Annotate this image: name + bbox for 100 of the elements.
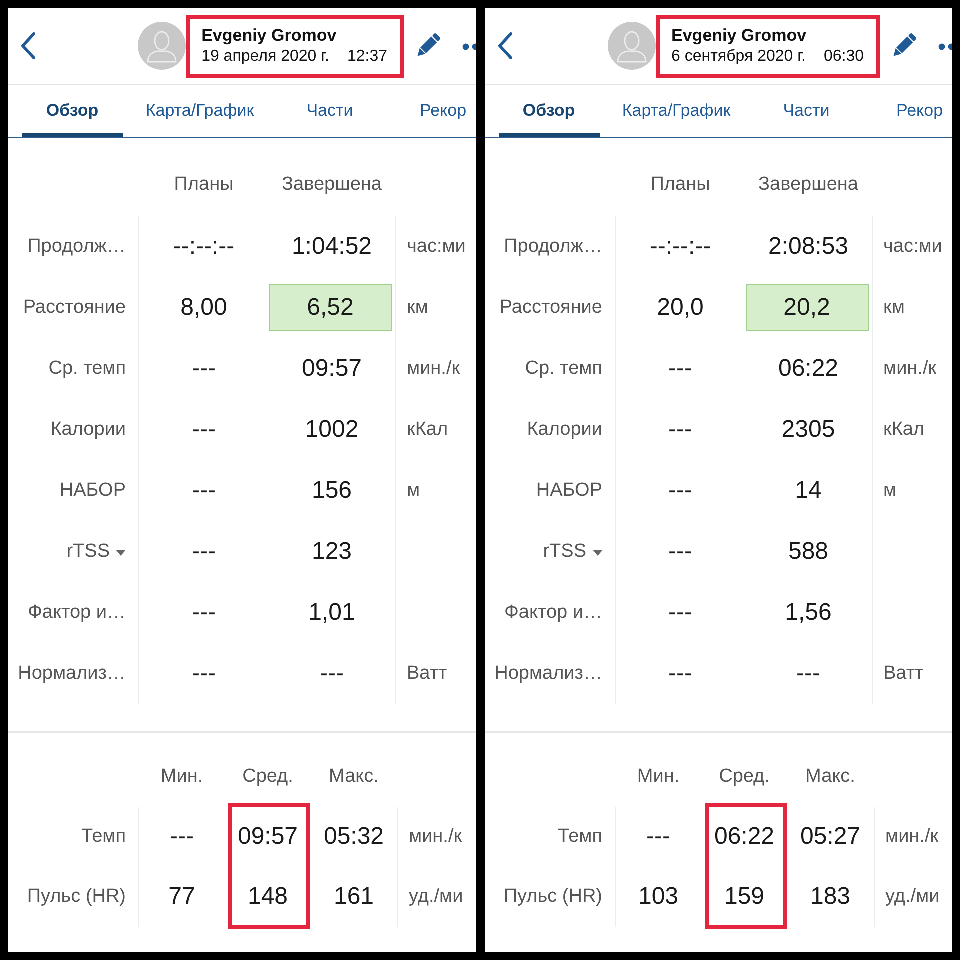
caret-icon[interactable] [116,550,126,556]
row-label: Пульс (HR) [27,886,126,908]
row-label: Темп [82,826,126,848]
stat-value: 09:57 [238,823,298,851]
tab[interactable]: Обзор [22,85,123,137]
planned-value: --- [192,416,216,444]
row-label: rTSS [543,540,586,562]
unit-label: час:ми [884,236,942,258]
planned-value: --- [668,598,692,626]
row-label: Калории [50,418,126,440]
avatar-icon [138,22,186,70]
user-name: Evgeniy Gromov [672,24,808,46]
back-icon[interactable] [496,32,512,60]
tab[interactable]: Части [754,85,860,137]
activity-time: 12:37 [347,48,388,64]
planned-value: --- [668,660,692,688]
planned-value: --- [668,354,692,382]
unit-label: уд./ми [409,886,464,908]
unit-label: км [884,296,905,318]
row-label: rTSS [66,540,110,562]
row-label: НАБОР [536,480,602,502]
planned-value: 20,0 [657,294,704,322]
stat-value: 103 [638,883,679,911]
planned-value: --- [192,354,216,382]
planned-value: --- [192,660,216,688]
completed-value: 588 [788,538,829,566]
completed-value: --- [320,660,344,688]
avatar-icon [608,22,656,70]
column-header: Сред. [719,766,770,788]
activity-time: 06:30 [824,48,864,64]
tab[interactable]: Части [277,85,383,137]
column-header: Мин. [160,766,204,788]
planned-value: 8,00 [180,294,228,322]
stat-value: 05:27 [800,823,861,851]
stat-value: 148 [248,883,288,911]
column-header: Макс. [329,766,379,788]
stat-value: 77 [168,883,196,911]
caret-icon[interactable] [592,550,602,556]
planned-value: --:--:-- [173,232,235,260]
stat-value: --- [170,823,194,851]
row-label: Продолж… [504,236,602,258]
row-label: Ср. темп [525,358,602,380]
tab[interactable]: Обзор [498,85,600,137]
column-header: Макс. [806,766,856,788]
completed-value: 6,52 [269,284,392,331]
completed-value: 2305 [782,416,836,444]
planned-value: --- [668,476,692,504]
column-header: Сред. [242,766,294,788]
planned-value: --- [668,416,692,444]
completed-value: --- [796,660,820,688]
activity-date: 19 апреля 2020 г. [202,48,330,64]
unit-label: кКал [884,418,925,440]
stat-value: 161 [334,883,374,911]
column-header: Завершена [282,174,382,196]
completed-value: 1,01 [308,598,356,626]
row-label: Нормализ… [18,662,126,684]
stat-value: 05:32 [324,823,384,851]
unit-label: мин./к [409,826,462,848]
row-label: Ср. темп [48,358,126,380]
back-icon[interactable] [20,32,36,60]
completed-value: 123 [312,538,352,566]
tab[interactable]: Рекор [896,85,944,137]
row-label: Продолж… [28,236,126,258]
planned-value: --- [192,598,216,626]
stat-value: 06:22 [714,823,775,851]
column-header: Мин. [637,766,680,788]
unit-label: кКал [407,418,448,440]
unit-label: м [884,480,897,502]
activity-date: 6 сентября 2020 г. [672,48,806,64]
completed-value: 156 [312,476,352,504]
completed-value: 09:57 [302,354,362,382]
stat-value: 159 [724,883,765,911]
row-label: Фактор и… [28,602,126,624]
user-name: Evgeniy Gromov [202,24,338,46]
row-label: Фактор и… [504,602,602,624]
row-label: НАБОР [60,480,126,502]
tab[interactable]: Рекор [420,85,467,137]
row-label: Пульс (HR) [504,886,602,908]
completed-value: 06:22 [778,354,839,382]
unit-label: м [407,480,420,502]
row-label: Нормализ… [494,662,602,684]
unit-label: мин./к [407,358,460,380]
column-header: Завершена [758,174,858,196]
column-header: Планы [174,174,234,196]
row-label: Расстояние [500,296,602,318]
completed-value: 2:08:53 [768,232,849,260]
tab[interactable]: Карта/График [123,85,277,137]
completed-value: 1:04:52 [292,232,372,260]
completed-value: 20,2 [746,284,868,331]
row-label: Расстояние [23,296,126,318]
unit-label: мин./к [886,826,939,848]
row-label: Темп [558,826,602,848]
unit-label: Ватт [884,662,924,684]
planned-value: --- [192,538,216,566]
stat-value: 183 [810,883,851,911]
column-header: Планы [650,174,710,196]
stat-value: --- [646,823,670,851]
unit-label: уд./ми [886,886,940,908]
unit-label: час:ми [407,236,466,258]
tab[interactable]: Карта/График [600,85,754,137]
